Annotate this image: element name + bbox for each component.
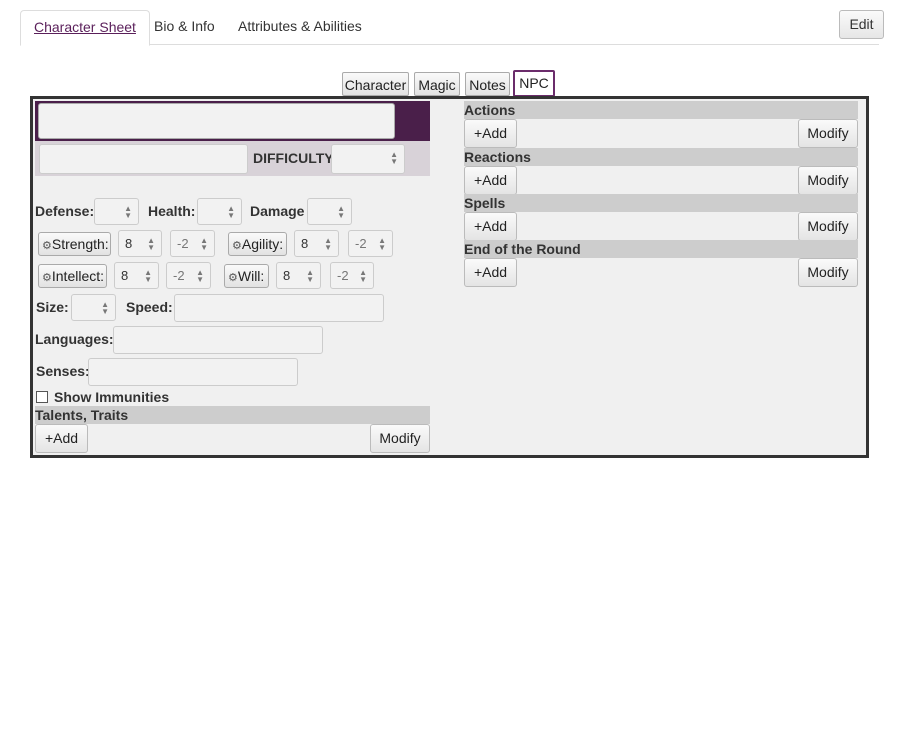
actions-add-button[interactable]: +Add: [464, 119, 517, 148]
strength-roll-button[interactable]: ⚙Strength:: [38, 232, 111, 256]
size-input[interactable]: ▲ ▼: [71, 294, 116, 321]
difficulty-label: DIFFICULTY: [253, 150, 334, 166]
health-input[interactable]: ▲ ▼: [197, 198, 242, 225]
end-of-round-modify-button[interactable]: Modify: [798, 258, 858, 287]
spells-title: Spells: [464, 195, 506, 211]
intellect-mod-text: -2: [173, 268, 185, 283]
spinner-icon: ▲ ▼: [200, 236, 208, 252]
agility-roll-button[interactable]: ⚙Agility:: [228, 232, 287, 256]
agility-mod-text: -2: [355, 236, 367, 251]
will-mod-text: -2: [337, 268, 349, 283]
spinner-icon: ▲ ▼: [196, 268, 204, 284]
spinner-icon: ▲ ▼: [101, 300, 109, 316]
languages-label: Languages:: [35, 331, 114, 347]
spinner-icon: ▲ ▼: [390, 150, 398, 166]
intellect-label: Intellect:: [51, 268, 105, 284]
sheet-tab-npc[interactable]: NPC: [513, 70, 555, 97]
defense-input[interactable]: ▲ ▼: [94, 198, 139, 225]
spinner-icon: ▲ ▼: [337, 204, 345, 220]
difficulty-input[interactable]: ▲ ▼: [331, 144, 405, 174]
tab-label: Character Sheet: [34, 19, 136, 35]
strength-modifier: -2 ▲ ▼: [170, 230, 215, 257]
d20-icon: ⚙: [42, 272, 52, 284]
spinner-icon: ▲ ▼: [324, 236, 332, 252]
sheet-tab-notes[interactable]: Notes: [465, 72, 510, 96]
spinner-icon: ▲ ▼: [144, 268, 152, 284]
spinner-icon: ▲ ▼: [359, 268, 367, 284]
agility-value[interactable]: 8 ▲ ▼: [294, 230, 339, 257]
edit-button[interactable]: Edit: [839, 10, 884, 39]
senses-label: Senses:: [36, 363, 90, 379]
tab-bio-info[interactable]: Bio & Info: [141, 10, 228, 43]
sheet-tab-character[interactable]: Character: [342, 72, 409, 96]
size-label: Size:: [36, 299, 69, 315]
end-of-round-section-header: End of the Round: [464, 240, 858, 258]
defense-label: Defense:: [35, 203, 95, 219]
top-tab-bar: Character Sheet Bio & Info Attributes & …: [20, 10, 879, 46]
actions-title: Actions: [464, 102, 516, 118]
talents-modify-button[interactable]: Modify: [370, 424, 430, 453]
languages-input[interactable]: [113, 326, 323, 354]
d20-icon: ⚙: [228, 272, 238, 284]
spinner-icon: ▲ ▼: [378, 236, 386, 252]
will-label: Will:: [237, 268, 265, 284]
spinner-icon: ▲ ▼: [124, 204, 132, 220]
strength-value[interactable]: 8 ▲ ▼: [118, 230, 162, 257]
damage-input[interactable]: ▲ ▼: [307, 198, 352, 225]
intellect-roll-button[interactable]: ⚙Intellect:: [38, 264, 107, 288]
speed-label: Speed:: [126, 299, 173, 315]
tab-character-sheet[interactable]: Character Sheet: [20, 10, 150, 46]
reactions-add-button[interactable]: +Add: [464, 166, 517, 195]
spinner-icon: ▲ ▼: [147, 236, 155, 252]
actions-section-header: Actions: [464, 101, 858, 119]
d20-icon: ⚙: [232, 240, 242, 252]
senses-input[interactable]: [88, 358, 298, 386]
show-immunities-label: Show Immunities: [54, 389, 170, 405]
intellect-modifier: -2 ▲ ▼: [166, 262, 211, 289]
reactions-modify-button[interactable]: Modify: [798, 166, 858, 195]
intellect-value-text: 8: [121, 268, 129, 283]
talents-section-header: Talents, Traits: [35, 406, 430, 424]
tab-attributes-abilities[interactable]: Attributes & Abilities: [225, 10, 375, 43]
talents-title: Talents, Traits: [35, 407, 129, 423]
agility-modifier: -2 ▲ ▼: [348, 230, 393, 257]
will-value-text: 8: [283, 268, 291, 283]
health-label: Health:: [148, 203, 196, 219]
agility-label: Agility:: [241, 236, 284, 252]
spinner-icon: ▲ ▼: [227, 204, 235, 220]
end-of-round-title: End of the Round: [464, 241, 581, 257]
reactions-title: Reactions: [464, 149, 531, 165]
end-of-round-add-button[interactable]: +Add: [464, 258, 517, 287]
will-value[interactable]: 8 ▲ ▼: [276, 262, 321, 289]
show-immunities-checkbox[interactable]: [36, 391, 48, 403]
npc-name-input[interactable]: [38, 103, 395, 139]
sheet-tab-magic[interactable]: Magic: [414, 72, 460, 96]
intellect-value[interactable]: 8 ▲ ▼: [114, 262, 159, 289]
will-modifier: -2 ▲ ▼: [330, 262, 374, 289]
spells-section-header: Spells: [464, 194, 858, 212]
strength-label: Strength:: [51, 236, 109, 252]
spells-add-button[interactable]: +Add: [464, 212, 517, 241]
agility-value-text: 8: [301, 236, 309, 251]
spells-modify-button[interactable]: Modify: [798, 212, 858, 241]
actions-modify-button[interactable]: Modify: [798, 119, 858, 148]
strength-mod-text: -2: [177, 236, 189, 251]
damage-label: Damage: [250, 203, 305, 219]
will-roll-button[interactable]: ⚙Will:: [224, 264, 269, 288]
speed-input[interactable]: [174, 294, 384, 322]
reactions-section-header: Reactions: [464, 148, 858, 166]
d20-icon: ⚙: [42, 240, 52, 252]
strength-value-text: 8: [125, 236, 133, 251]
talents-add-button[interactable]: +Add: [35, 424, 88, 453]
spinner-icon: ▲ ▼: [306, 268, 314, 284]
npc-type-input[interactable]: [39, 144, 248, 174]
